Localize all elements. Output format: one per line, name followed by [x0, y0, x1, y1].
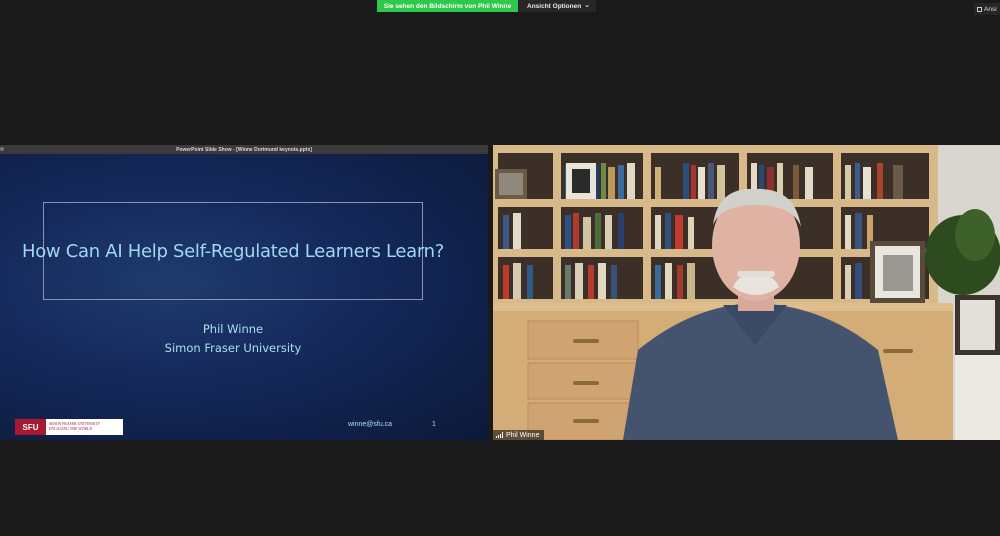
slide-title: How Can AI Help Self-Regulated Learners … — [21, 240, 445, 262]
shared-screen: PowerPoint Slide Show - [Winne Dortmund … — [0, 145, 488, 440]
participant-name: Phil Winne — [506, 431, 540, 439]
slideshow-titlebar: PowerPoint Slide Show - [Winne Dortmund … — [0, 145, 488, 154]
presenter-name: Phil Winne — [202, 322, 264, 336]
signal-strength-icon — [496, 432, 503, 438]
participant-name-tag: Phil Winne — [493, 430, 545, 440]
meeting-topbar: Sie sehen den Bildschirm von Phil Winne … — [0, 0, 1000, 15]
slide-page-number: 1 — [432, 421, 436, 428]
sfu-logo: SFU SIMON FRASER UNIVERSITY ENGAGING THE… — [15, 419, 123, 435]
view-options-button[interactable]: Ansicht Optionen ⌄ — [518, 0, 596, 12]
participant-video[interactable] — [493, 145, 1000, 440]
presentation-slide: How Can AI Help Self-Regulated Learners … — [0, 154, 488, 440]
slide-title-box: How Can AI Help Self-Regulated Learners … — [22, 202, 444, 300]
view-button[interactable]: Ansi — [974, 3, 1000, 15]
presenter-affiliation: Simon Fraser University — [164, 341, 302, 355]
chevron-down-icon: ⌄ — [584, 2, 590, 9]
view-options-label: Ansicht Optionen — [527, 2, 582, 10]
slideshow-window-title: PowerPoint Slide Show - [Winne Dortmund … — [176, 146, 312, 153]
presenter-email: winne@sfu.ca — [348, 421, 393, 428]
screen-share-banner: Sie sehen den Bildschirm von Phil Winne — [377, 0, 518, 12]
video-frame-image — [493, 145, 1000, 440]
sfu-logo-mark: SFU — [15, 419, 46, 435]
sfu-logo-line2: ENGAGING THE WORLD — [49, 427, 93, 431]
window-icon — [0, 147, 4, 151]
sfu-logo-text: SIMON FRASER UNIVERSITY ENGAGING THE WOR… — [46, 422, 100, 432]
grid-view-icon — [977, 6, 982, 12]
view-button-label: Ansi — [984, 5, 997, 13]
